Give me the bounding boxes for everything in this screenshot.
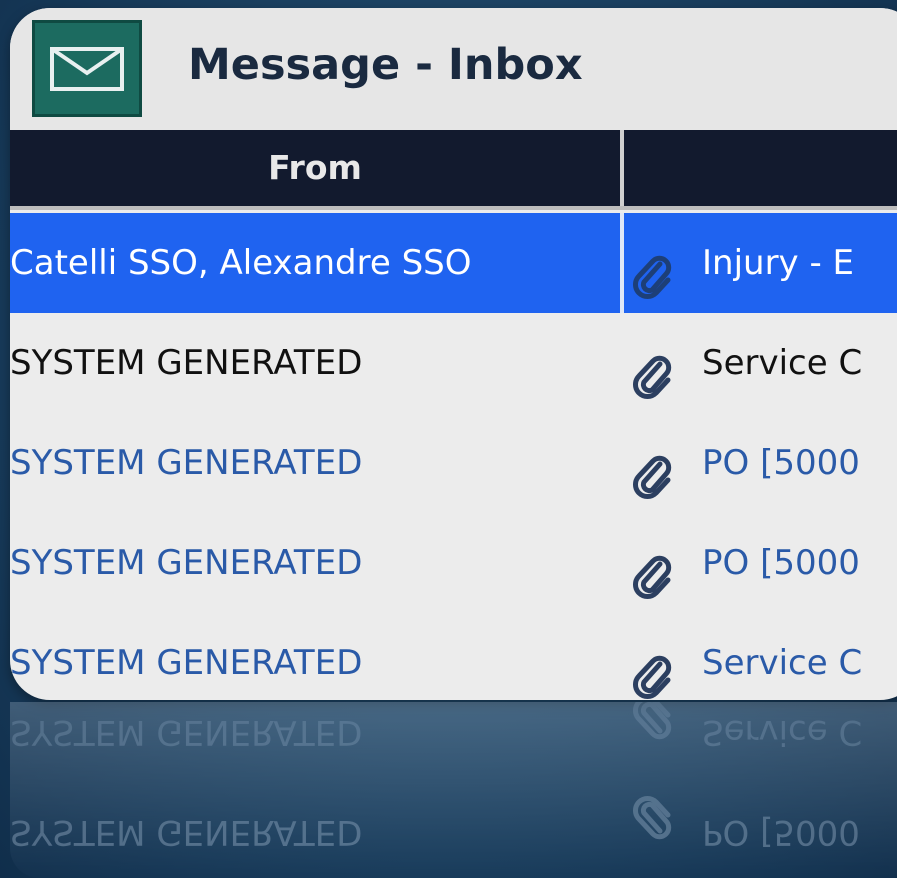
reflection-row: SYSTEM GENERATED PO [5000	[10, 782, 897, 878]
message-from: SYSTEM GENERATED	[10, 443, 363, 483]
title-bar: Message - Inbox	[10, 8, 897, 130]
message-subject: Service C	[702, 343, 863, 383]
cell-divider	[620, 213, 624, 313]
reflection-from: SYSTEM GENERATED	[10, 812, 363, 852]
message-subject: PO [5000	[702, 543, 860, 583]
message-row[interactable]: SYSTEM GENERATED PO [5000	[10, 513, 897, 613]
window-title: Message - Inbox	[188, 40, 583, 90]
message-subject-cell: Service C	[630, 613, 897, 700]
message-row[interactable]: SYSTEM GENERATED PO [5000	[10, 413, 897, 513]
message-subject-cell: Service C	[630, 313, 897, 413]
reflection-subject: PO [5000	[630, 782, 860, 878]
message-subject-cell: PO [5000	[630, 513, 897, 613]
message-from: Catelli SSO, Alexandre SSO	[10, 243, 472, 283]
attachment-icon	[630, 796, 676, 857]
reflection-from: SYSTEM GENERATED	[10, 712, 363, 752]
table-header: From	[10, 130, 897, 206]
envelope-icon	[32, 20, 142, 117]
inbox-window: Message - Inbox From Catelli SSO, Alexan…	[10, 8, 897, 700]
message-from: SYSTEM GENERATED	[10, 643, 363, 683]
message-row[interactable]: SYSTEM GENERATED Service C	[10, 613, 897, 700]
message-subject: Service C	[702, 643, 863, 683]
attachment-icon	[630, 339, 676, 399]
message-subject-cell: Injury - E	[630, 213, 897, 313]
column-header-from[interactable]: From	[10, 130, 620, 206]
attachment-icon	[630, 539, 676, 599]
message-row[interactable]: SYSTEM GENERATED Service C	[10, 313, 897, 413]
message-subject-cell: PO [5000	[630, 413, 897, 513]
header-separator	[10, 206, 897, 210]
column-header-subject[interactable]	[624, 130, 897, 206]
message-from: SYSTEM GENERATED	[10, 543, 363, 583]
attachment-icon	[630, 239, 676, 299]
reflection-subject-text: Service C	[702, 712, 863, 752]
message-row[interactable]: Catelli SSO, Alexandre SSO Injury - E	[10, 213, 897, 313]
panel-reflection: SYSTEM GENERATED PO [5000 SYSTEM GENERATE…	[10, 702, 897, 878]
reflection-subject: Service C	[630, 702, 862, 782]
reflection-subject-text: PO [5000	[702, 812, 860, 852]
message-from: SYSTEM GENERATED	[10, 343, 363, 383]
attachment-icon	[630, 639, 676, 699]
attachment-icon	[630, 702, 676, 757]
message-subject: PO [5000	[702, 443, 860, 483]
attachment-icon	[630, 439, 676, 499]
message-subject: Injury - E	[702, 243, 855, 283]
reflection-row: SYSTEM GENERATED Service C	[10, 702, 897, 782]
